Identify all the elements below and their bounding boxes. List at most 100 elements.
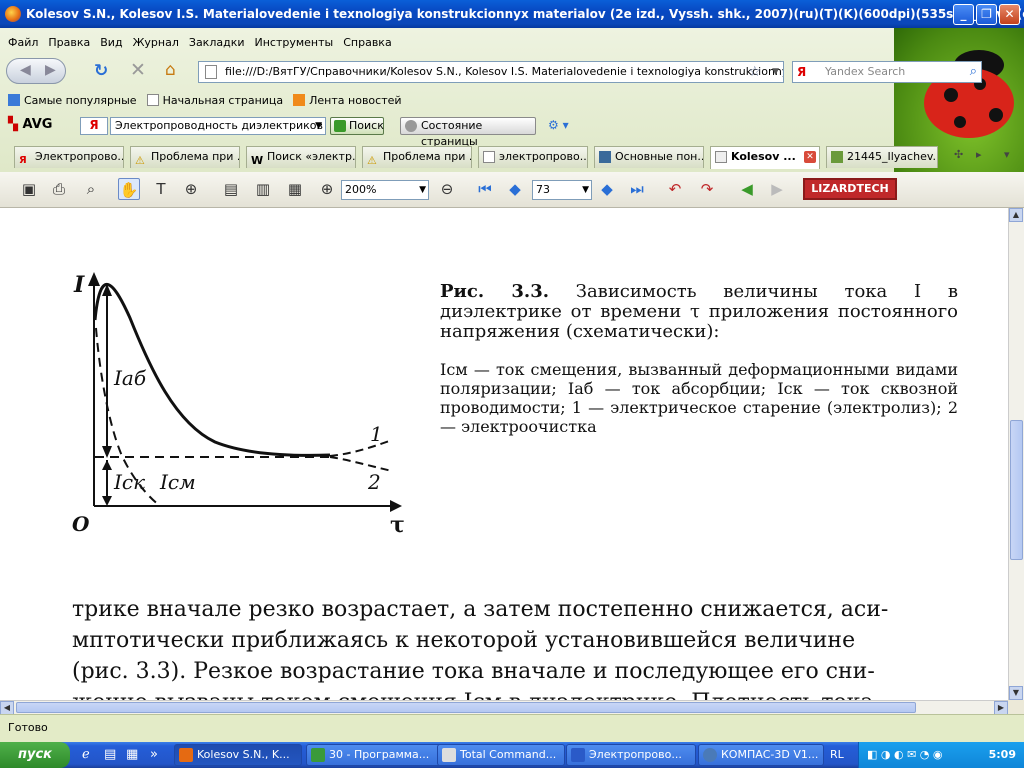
- caption-title: Рис. 3.3.: [440, 281, 549, 302]
- scroll-right-icon[interactable]: ▶: [994, 701, 1008, 715]
- menu-bookmarks[interactable]: Закладки: [189, 36, 245, 54]
- bookmark-start-page[interactable]: Начальная страница: [146, 94, 283, 112]
- tab-2[interactable]: ⚠ Проблема при ...: [130, 146, 240, 168]
- dropdown-icon[interactable]: ▼: [582, 181, 589, 199]
- menu-file[interactable]: Файл: [8, 36, 38, 54]
- zoom-in-icon[interactable]: ⊕: [316, 178, 338, 200]
- language-indicator[interactable]: RL: [830, 742, 844, 768]
- forward-arrow-icon[interactable]: ▶: [45, 62, 56, 78]
- save-icon[interactable]: ▣: [18, 178, 40, 200]
- zoom-select[interactable]: 200% ▼: [341, 180, 429, 200]
- tab-4[interactable]: ⚠ Проблема при ...: [362, 146, 472, 168]
- menu-history[interactable]: Журнал: [133, 36, 179, 54]
- task-total-commander[interactable]: Total Command...: [437, 744, 565, 766]
- start-button[interactable]: пуск: [0, 742, 70, 768]
- rotate-left-icon[interactable]: ↶: [664, 178, 686, 200]
- scroll-up-icon[interactable]: ▲: [1009, 208, 1023, 222]
- horizontal-scrollbar[interactable]: ◀ ▶: [0, 700, 1008, 715]
- search-box[interactable]: Я Yandex Search ⌕: [792, 61, 982, 83]
- fit-width-icon[interactable]: ▤: [220, 178, 242, 200]
- body-line-1: трике вначале резко возрастает, а затем …: [72, 597, 889, 622]
- tab-8[interactable]: 21445_Ilyachev...: [826, 146, 938, 168]
- yandex-icon[interactable]: Я: [797, 64, 806, 80]
- bookmark-star-icon[interactable]: ☆: [748, 62, 761, 82]
- forward-icon[interactable]: ▶: [766, 178, 788, 200]
- hand-tool-icon[interactable]: ✋: [118, 178, 140, 200]
- last-page-icon[interactable]: ⏭: [626, 178, 648, 200]
- yandex-button[interactable]: Я: [80, 117, 108, 135]
- rotate-right-icon[interactable]: ↷: [696, 178, 718, 200]
- avg-search-input[interactable]: Электропроводность диэлектриков ▼: [110, 117, 326, 135]
- menu-view[interactable]: Вид: [100, 36, 122, 54]
- text-select-icon[interactable]: T: [150, 178, 172, 200]
- horizontal-scroll-thumb[interactable]: [16, 702, 916, 713]
- url-dropdown-icon[interactable]: ▼: [772, 62, 779, 82]
- task-program[interactable]: 30 - Программа...: [306, 744, 446, 766]
- task-firefox[interactable]: Kolesov S.N., K...: [174, 744, 302, 766]
- show-desktop-icon[interactable]: ▦: [126, 747, 138, 762]
- page-number-select[interactable]: 73 ▼: [532, 180, 592, 200]
- print-icon[interactable]: ⎙: [48, 178, 70, 200]
- quick-launch-more-icon[interactable]: »: [150, 747, 158, 762]
- actual-size-icon[interactable]: ▦: [284, 178, 306, 200]
- new-tab-icon[interactable]: ✣: [954, 148, 963, 161]
- system-tray: ◧ ◑ ◐ ✉ ◔ ◉ 5:09: [858, 742, 1024, 768]
- vertical-scroll-thumb[interactable]: [1010, 420, 1023, 560]
- explorer-icon[interactable]: ▤: [104, 747, 116, 762]
- address-bar[interactable]: file:///D:/ВятГУ/Справочники/Kolesov S.N…: [198, 61, 784, 83]
- stop-icon[interactable]: ✕: [130, 59, 146, 81]
- dropdown-icon[interactable]: ▼: [419, 181, 426, 199]
- menu-tools[interactable]: Инструменты: [255, 36, 334, 54]
- page-icon: [483, 151, 495, 163]
- bookmark-most-visited[interactable]: Самые популярные: [8, 94, 137, 112]
- scroll-down-icon[interactable]: ▼: [1009, 686, 1023, 700]
- document-view[interactable]: I O τ Iаб Iск Iсм 1 2 Рис. 3.3. Зависимо…: [0, 208, 1008, 700]
- menu-edit[interactable]: Правка: [48, 36, 90, 54]
- fit-page-icon[interactable]: ▥: [252, 178, 274, 200]
- avg-search-button[interactable]: Поиск: [330, 117, 384, 135]
- next-page-icon[interactable]: ◆: [596, 178, 618, 200]
- tray-icons[interactable]: ◧ ◑ ◐ ✉ ◔ ◉: [867, 742, 943, 768]
- tab-close-icon[interactable]: ✕: [804, 151, 816, 163]
- minimize-button[interactable]: _: [953, 4, 974, 25]
- first-page-icon[interactable]: ⏮: [474, 178, 496, 200]
- page-state-button[interactable]: Состояние страницы: [400, 117, 536, 148]
- dropdown-icon[interactable]: ▼: [315, 118, 322, 134]
- search-icon[interactable]: ⌕: [970, 62, 977, 82]
- tab-3[interactable]: W Поиск «электр...: [246, 146, 356, 168]
- maximize-button[interactable]: ❐: [976, 4, 997, 25]
- zoom-out-icon[interactable]: ⊖: [436, 178, 458, 200]
- menu-help[interactable]: Справка: [343, 36, 391, 54]
- bookmark-news-feed[interactable]: Лента новостей: [293, 94, 402, 112]
- reload-icon[interactable]: ↻: [94, 61, 108, 81]
- find-icon[interactable]: ⌕: [80, 178, 102, 200]
- task-word[interactable]: Электропрово...: [566, 744, 696, 766]
- tab-1[interactable]: Я Электропрово...: [14, 146, 124, 168]
- close-button[interactable]: ✕: [999, 4, 1020, 25]
- back-arrow-icon[interactable]: ◀: [20, 62, 31, 78]
- body-paragraph: трике вначале резко возрастает, а затем …: [72, 594, 962, 700]
- avg-options-icon[interactable]: ⚙ ▾: [548, 118, 569, 132]
- task-kompas[interactable]: КОМПАС-3D V1...: [698, 744, 824, 766]
- tab-5[interactable]: электропрово...: [478, 146, 588, 168]
- back-icon[interactable]: ◀: [736, 178, 758, 200]
- image-icon: [831, 151, 843, 163]
- ie-icon[interactable]: ℯ: [82, 747, 90, 762]
- prev-page-icon[interactable]: ◆: [504, 178, 526, 200]
- tab-6[interactable]: Основные пон...: [594, 146, 704, 168]
- scroll-tabs-icon[interactable]: ▸: [976, 148, 982, 161]
- back-forward-button[interactable]: ◀ ▶: [6, 58, 66, 84]
- search-arrow-icon: [334, 120, 346, 132]
- list-tabs-icon[interactable]: ▾: [1004, 148, 1010, 161]
- tab-active[interactable]: Kolesov ... ✕: [710, 146, 820, 169]
- curve-2: [329, 456, 393, 472]
- vertical-scrollbar[interactable]: ▲ ▼: [1008, 208, 1024, 700]
- scroll-left-icon[interactable]: ◀: [0, 701, 14, 715]
- curve-2-label: 2: [368, 470, 381, 494]
- avg-logo[interactable]: ▚ AVG: [8, 117, 52, 132]
- clock[interactable]: 5:09: [989, 748, 1016, 761]
- home-icon[interactable]: ⌂: [165, 60, 176, 80]
- zoom-tool-icon[interactable]: ⊕: [180, 178, 202, 200]
- lizardtech-logo[interactable]: LIZARDTECH: [803, 178, 897, 200]
- title-bar[interactable]: Kolesov S.N., Kolesov I.S. Materialovede…: [0, 0, 1024, 28]
